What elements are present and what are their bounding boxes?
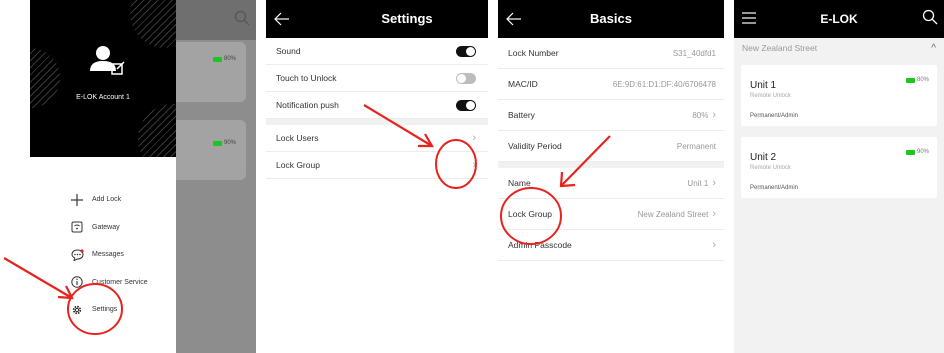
menu-item-add-lock[interactable]: Add Lock xyxy=(70,186,148,214)
row-label: Sound xyxy=(276,46,301,56)
basics-row-lock-number: Lock Number S31_40dfd1 xyxy=(498,38,724,69)
menu-item-label: Gateway xyxy=(92,223,120,231)
row-value: S31_40dfd1 xyxy=(672,48,716,58)
row-label: Admin Passcode xyxy=(508,240,572,250)
chevron-right-icon: › xyxy=(712,208,716,220)
app-title: E-LOK xyxy=(820,12,858,26)
menu-item-gateway[interactable]: Gateway xyxy=(70,214,148,242)
row-value: 80% xyxy=(692,110,709,120)
basics-row-battery[interactable]: Battery 80% › xyxy=(498,100,724,131)
dimmed-unit-card: 80% xyxy=(176,42,246,102)
basics-row-admin-passcode[interactable]: Admin Passcode › xyxy=(498,230,724,261)
row-label: Validity Period xyxy=(508,141,562,151)
unit-subtitle: Remote Unlock xyxy=(750,165,792,171)
battery-indicator: 90% xyxy=(905,149,929,155)
row-value: 6E:9D:61:D1:DF:40/6706478 xyxy=(612,79,716,89)
menu-item-customer-service[interactable]: Customer Service xyxy=(70,269,148,297)
home-screen: E-LOK New Zealand Street ^ Unit 1 Remote… xyxy=(734,0,944,353)
info-icon xyxy=(70,275,84,289)
basics-row-lock-group[interactable]: Lock Group New Zealand Street › xyxy=(498,199,724,230)
settings-header: Settings xyxy=(266,0,488,38)
side-drawer: E-LOK Account 1 Add Lock Gateway Message… xyxy=(30,0,176,353)
menu-item-label: Customer Service xyxy=(92,278,148,286)
row-label: MAC/ID xyxy=(508,79,538,89)
settings-row-sound: Sound xyxy=(266,38,488,65)
settings-row-lock-users[interactable]: Lock Users › xyxy=(266,125,488,152)
account-name: E-LOK Account 1 xyxy=(76,94,130,101)
basics-row-name[interactable]: Name Unit 1 › xyxy=(498,168,724,199)
gear-icon xyxy=(70,303,84,317)
chevron-right-icon: › xyxy=(712,177,716,189)
unit-permission: Permanent/Admin xyxy=(750,113,799,119)
battery-icon xyxy=(905,149,915,155)
settings-row-lock-group[interactable]: Lock Group › xyxy=(266,152,488,179)
row-label: Lock Group xyxy=(508,209,552,219)
chevron-right-icon: › xyxy=(712,109,716,121)
search-icon xyxy=(234,10,250,26)
row-value: Unit 1 xyxy=(687,178,709,188)
battery-icon xyxy=(212,140,222,146)
gateway-icon xyxy=(70,220,84,234)
battery-icon xyxy=(212,56,222,62)
row-label: Lock Users xyxy=(276,133,319,143)
dimmed-unit-card: 90% xyxy=(176,120,246,180)
battery-indicator: 80% xyxy=(212,56,236,62)
row-value: Permanent xyxy=(676,141,716,151)
row-value: New Zealand Street xyxy=(637,209,709,219)
menu-item-label: Settings xyxy=(92,306,118,314)
unit-subtitle: Remote Unlock xyxy=(750,93,792,99)
drawer-screen: 80% 90% E-LOK Account 1 Add Lock Gateway… xyxy=(30,0,256,353)
unit-name: Unit 2 xyxy=(750,152,777,163)
settings-screen: Settings Sound Touch to Unlock Notificat… xyxy=(266,0,488,353)
unit-permission: Permanent/Admin xyxy=(750,185,799,191)
battery-indicator: 90% xyxy=(212,140,236,146)
menu-item-messages[interactable]: Messages xyxy=(70,241,148,269)
chevron-right-icon: › xyxy=(472,132,476,144)
search-icon[interactable] xyxy=(922,9,938,25)
notification-toggle[interactable] xyxy=(456,99,476,111)
row-label: Touch to Unlock xyxy=(276,73,337,83)
basics-screen: Basics Lock Number S31_40dfd1 MAC/ID 6E:… xyxy=(498,0,724,353)
menu-item-label: Messages xyxy=(92,251,124,259)
battery-icon xyxy=(905,77,915,83)
lock-group-header[interactable]: New Zealand Street ^ xyxy=(734,38,944,58)
settings-row-notification: Notification push xyxy=(266,92,488,119)
decorative-circle xyxy=(130,0,176,48)
row-label: Lock Number xyxy=(508,48,559,58)
row-label: Notification push xyxy=(276,100,339,110)
user-edit-icon[interactable] xyxy=(88,44,128,78)
drawer-menu: Add Lock Gateway Messages Customer Servi… xyxy=(70,186,148,324)
page-title: Basics xyxy=(590,11,632,26)
home-header: E-LOK xyxy=(734,0,944,38)
unit-name: Unit 1 xyxy=(750,80,777,91)
menu-item-label: Add Lock xyxy=(92,196,122,204)
unit-card[interactable]: Unit 2 Remote Unlock Permanent/Admin 90% xyxy=(741,137,937,198)
chevron-right-icon: › xyxy=(472,159,476,171)
dimmed-home-overlay[interactable]: 80% 90% xyxy=(176,0,256,353)
settings-row-touch-unlock: Touch to Unlock xyxy=(266,65,488,92)
basics-row-mac-id: MAC/ID 6E:9D:61:D1:DF:40/6706478 xyxy=(498,69,724,100)
chevron-right-icon: › xyxy=(712,239,716,251)
page-title: Settings xyxy=(381,11,433,26)
sound-toggle[interactable] xyxy=(456,45,476,57)
unit-card[interactable]: Unit 1 Remote Unlock Permanent/Admin 80% xyxy=(741,65,937,126)
basics-row-validity: Validity Period Permanent xyxy=(498,131,724,162)
chevron-up-icon: ^ xyxy=(931,42,936,54)
message-icon xyxy=(70,248,84,262)
menu-item-settings[interactable]: Settings xyxy=(70,296,148,324)
row-label: Name xyxy=(508,178,531,188)
drawer-header: E-LOK Account 1 xyxy=(30,0,176,157)
battery-indicator: 80% xyxy=(905,77,929,83)
decorative-circle xyxy=(138,104,176,157)
row-label: Lock Group xyxy=(276,160,320,170)
group-name: New Zealand Street xyxy=(742,43,818,53)
row-label: Battery xyxy=(508,110,535,120)
touch-unlock-toggle[interactable] xyxy=(456,72,476,84)
basics-header: Basics xyxy=(498,0,724,38)
plus-icon xyxy=(70,193,84,207)
